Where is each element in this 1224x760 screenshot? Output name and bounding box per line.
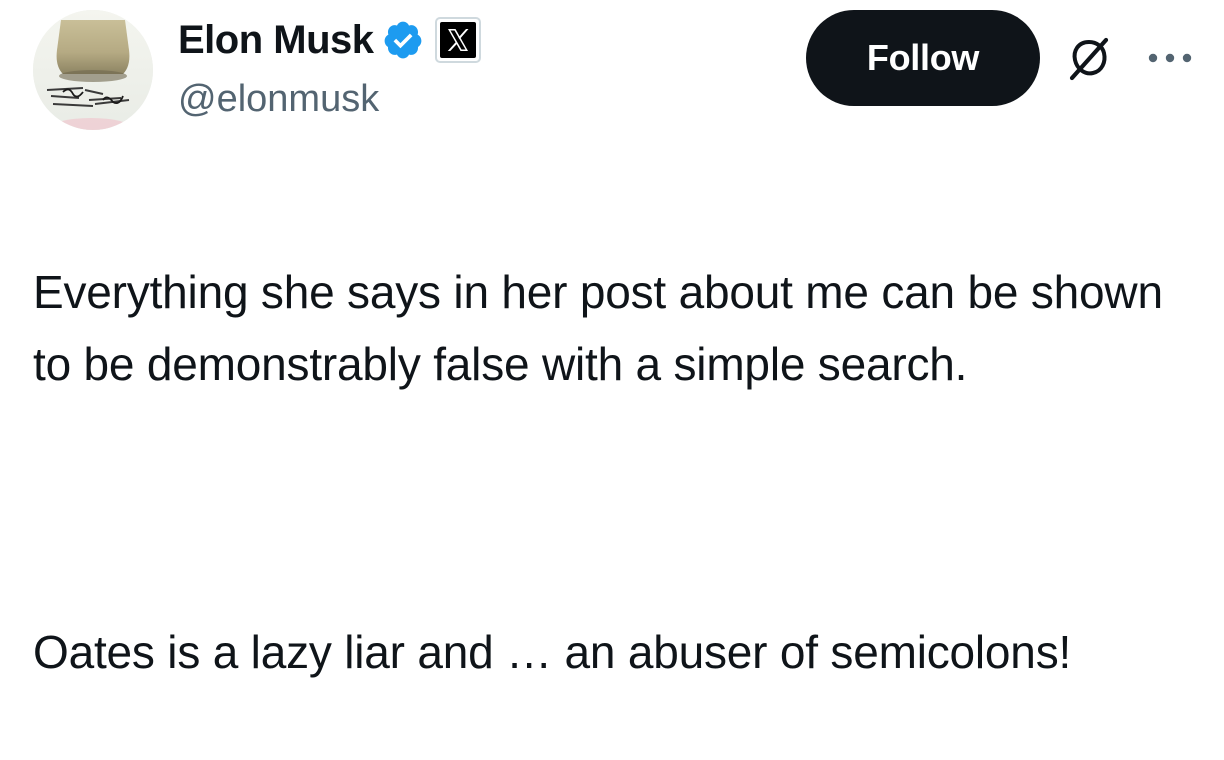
tweet-card: Elon Musk @elonmusk Follow Everything sh… [0,0,1224,678]
tweet-paragraph-1: Everything she says in her post about me… [33,266,1163,390]
follow-button[interactable]: Follow [806,10,1040,106]
author-name-row: Elon Musk [178,14,482,66]
grok-slash-icon[interactable] [1064,34,1114,84]
more-dots-icon[interactable] [1146,50,1194,66]
verified-badge-icon [382,19,424,61]
display-name[interactable]: Elon Musk [178,18,374,63]
tweet-text: Everything she says in her post about me… [33,184,1213,760]
x-logo-icon[interactable] [434,16,482,64]
avatar[interactable] [33,10,153,130]
author-handle[interactable]: @elonmusk [178,78,379,121]
tweet-paragraph-2: Oates is a lazy liar and … an abuser of … [33,626,1072,678]
